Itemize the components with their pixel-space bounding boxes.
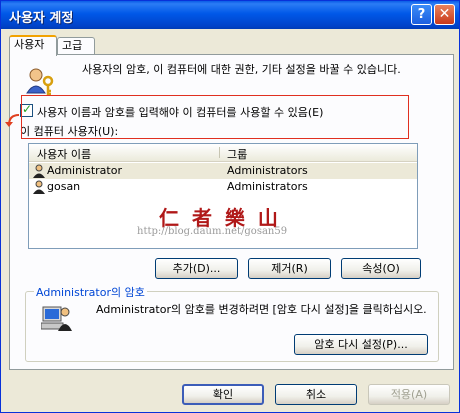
user-accounts-window: 사용자 계정 ? ✕ 사용자 고급 사용자의 암호, 이 컴퓨터에 대한 권한,… bbox=[0, 0, 460, 413]
table-row[interactable]: gosan Administrators bbox=[29, 179, 417, 195]
users-key-icon bbox=[26, 68, 54, 96]
help-button[interactable]: ? bbox=[411, 4, 432, 25]
close-button[interactable]: ✕ bbox=[434, 4, 455, 25]
properties-button[interactable]: 속성(O) bbox=[341, 258, 421, 279]
user-icon bbox=[33, 180, 45, 194]
annotation-highlight-box bbox=[21, 95, 409, 139]
remove-user-button[interactable]: 제거(R) bbox=[248, 258, 331, 279]
user-name-cell: gosan bbox=[47, 180, 81, 193]
add-user-button[interactable]: 추가(D)... bbox=[155, 258, 238, 279]
user-name-cell: Administrator bbox=[47, 164, 122, 177]
description-text: 사용자의 암호, 이 컴퓨터에 대한 권한, 기타 설정을 바꿀 수 있습니다. bbox=[82, 63, 401, 76]
column-divider[interactable] bbox=[219, 147, 220, 158]
apply-button[interactable]: 적용(A) bbox=[368, 384, 450, 405]
column-user-name[interactable]: 사용자 이름 bbox=[37, 146, 91, 162]
tab-advanced[interactable]: 고급 bbox=[57, 37, 95, 54]
user-group-cell: Administrators bbox=[227, 164, 308, 177]
ok-button[interactable]: 확인 bbox=[182, 384, 264, 405]
list-header: 사용자 이름 그룹 bbox=[29, 144, 417, 162]
cancel-button[interactable]: 취소 bbox=[275, 384, 357, 405]
window-title: 사용자 계정 bbox=[9, 11, 74, 26]
user-icon bbox=[33, 164, 45, 178]
password-description: Administrator의 암호를 변경하려면 [암호 다시 설정]을 클릭하… bbox=[96, 303, 427, 316]
column-group[interactable]: 그룹 bbox=[227, 146, 247, 162]
table-row[interactable]: Administrator Administrators bbox=[29, 163, 417, 179]
annotation-arrow-icon bbox=[5, 114, 20, 127]
user-group-cell: Administrators bbox=[227, 180, 308, 193]
tab-users[interactable]: 사용자 bbox=[9, 35, 57, 56]
title-bar[interactable]: 사용자 계정 ? ✕ bbox=[1, 1, 459, 29]
reset-password-button[interactable]: 암호 다시 설정(P)... bbox=[294, 334, 428, 355]
users-list[interactable]: 사용자 이름 그룹 Administrator Administrators g… bbox=[28, 143, 418, 249]
computer-user-icon bbox=[41, 306, 72, 331]
watermark-url: http://blog.daum.net/gosan59 bbox=[137, 226, 288, 237]
password-group: Administrator의 암호 Administrator의 암호를 변경하… bbox=[25, 284, 439, 362]
password-group-title: Administrator의 암호 bbox=[34, 284, 147, 300]
